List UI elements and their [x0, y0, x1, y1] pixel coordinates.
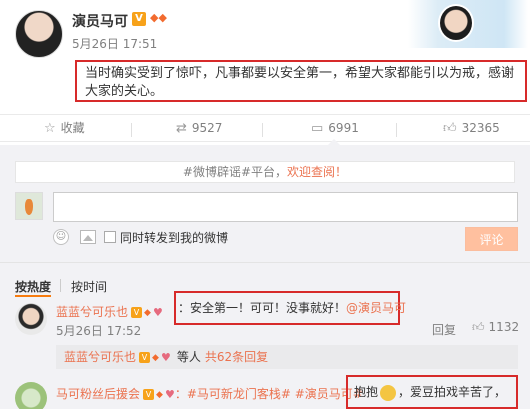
comment-like-button[interactable]: 👍︎ 1132: [472, 320, 519, 335]
forward-checkbox[interactable]: [104, 231, 116, 243]
author-name[interactable]: 演员马可: [72, 11, 128, 31]
star-icon: ☆: [44, 121, 56, 136]
repost-icon: ⇄: [176, 121, 187, 136]
comment-icon: ▭: [311, 121, 324, 136]
topic-links[interactable]: ：#马可新龙门客栈# #演员马可#: [175, 387, 363, 401]
repost-button[interactable]: ⇄ 9527: [176, 115, 222, 143]
reply-button[interactable]: 回复: [432, 321, 456, 338]
rumor-notice-link[interactable]: 欢迎查阅！: [287, 165, 347, 179]
comment-header: 马可粉丝后援会 V ◆ ♥：#马可新龙门客栈# #演员马可#: [56, 385, 363, 402]
verified-badge-icon: V: [143, 389, 155, 400]
comment-header: 蓝蓝兮可乐也 V ◆ ♥: [56, 303, 163, 320]
verified-badge-icon: V: [139, 352, 151, 363]
comment-count: 6991: [328, 121, 359, 135]
vip-badge-icon: ◆: [156, 389, 163, 400]
action-divider: [262, 123, 263, 137]
sort-by-hot-tab[interactable]: 按热度: [15, 278, 51, 295]
my-avatar[interactable]: [15, 192, 43, 220]
post-header: 演员马可 V ◆◆ 5月26日 17:51: [0, 0, 530, 60]
emoji-face-icon: [380, 384, 397, 401]
forward-label[interactable]: 同时转发到我的微博: [120, 229, 228, 246]
submit-comment-button[interactable]: 评论: [465, 227, 518, 251]
comment-time: 5月26日 17:52: [56, 324, 142, 338]
verified-badge-icon: V: [131, 307, 143, 318]
like-count: 32365: [461, 121, 500, 135]
vip-badge-icon: ◆: [152, 352, 159, 363]
commenter-name[interactable]: 马可粉丝后援会: [56, 387, 140, 401]
commenter-avatar[interactable]: [15, 303, 47, 335]
post-text: 当时确实受到了惊吓，凡事都要以安全第一，希望大家都能引以为戒，感谢大家的关心。: [75, 60, 527, 102]
favorite-button[interactable]: ☆ 收藏: [44, 115, 85, 143]
comment-text: 抱抱 ，爱豆拍戏辛苦了，: [346, 375, 518, 409]
thumbs-up-icon: 👍︎: [443, 121, 457, 136]
fan-heart-icon: ♥: [164, 388, 175, 401]
rumor-notice: #微博辟谣#平台，欢迎查阅！: [15, 161, 515, 183]
banner-portrait: [438, 4, 474, 42]
comment-text-body: ：安全第一！可可！没事就好！: [178, 301, 347, 315]
image-icon[interactable]: [80, 230, 96, 244]
vip-badge-icon: ◆: [144, 307, 151, 318]
sub-reply-others: 等人: [176, 350, 201, 364]
action-divider: [396, 123, 397, 137]
sort-divider: [60, 279, 61, 292]
post-time[interactable]: 5月26日 17:51: [72, 35, 157, 52]
sub-reply-user[interactable]: 蓝蓝兮可乐也: [64, 350, 136, 364]
active-tab-indicator: [15, 295, 51, 297]
rumor-notice-text: #微博辟谣#平台，: [182, 165, 288, 179]
comment-text-b: ，爱豆拍戏辛苦了，: [398, 385, 507, 399]
comment-text-a: 抱抱: [354, 385, 379, 399]
author-avatar[interactable]: [15, 10, 63, 58]
comment-input[interactable]: [53, 192, 518, 222]
post-action-bar: ☆ 收藏 ⇄ 9527 ▭ 6991 👍︎ 32365: [0, 114, 530, 142]
comment-text: ：安全第一！可可！没事就好！@演员马可: [174, 291, 406, 325]
mention-link[interactable]: @演员马可: [346, 301, 406, 315]
repost-count: 9527: [191, 121, 223, 135]
section-divider: [0, 262, 530, 263]
favorite-label: 收藏: [60, 121, 85, 135]
like-button[interactable]: 👍︎ 32365: [443, 115, 500, 143]
comment-like-count: 1132: [488, 320, 520, 334]
sort-by-time-tab[interactable]: 按时间: [71, 278, 107, 295]
vip-badge-icon: ◆◆: [150, 11, 167, 24]
verified-badge-icon: V: [132, 12, 146, 26]
commenter-name[interactable]: 蓝蓝兮可乐也: [56, 305, 128, 319]
profile-banner: [408, 0, 528, 48]
sub-reply-count-link[interactable]: 共62条回复: [205, 350, 268, 364]
comment-panel: #微博辟谣#平台，欢迎查阅！ ☺ 同时转发到我的微博 评论 按热度 按时间 蓝蓝…: [0, 145, 530, 409]
sub-reply-summary[interactable]: 蓝蓝兮可乐也 V ◆ ♥ 等人 共62条回复: [56, 345, 518, 369]
fan-heart-icon: ♥: [152, 306, 163, 319]
fan-heart-icon: ♥: [160, 350, 171, 364]
commenter-avatar[interactable]: [15, 382, 47, 409]
emoji-icon[interactable]: ☺: [53, 229, 69, 245]
thumbs-up-icon: 👍︎: [472, 320, 485, 334]
action-divider: [131, 123, 132, 137]
